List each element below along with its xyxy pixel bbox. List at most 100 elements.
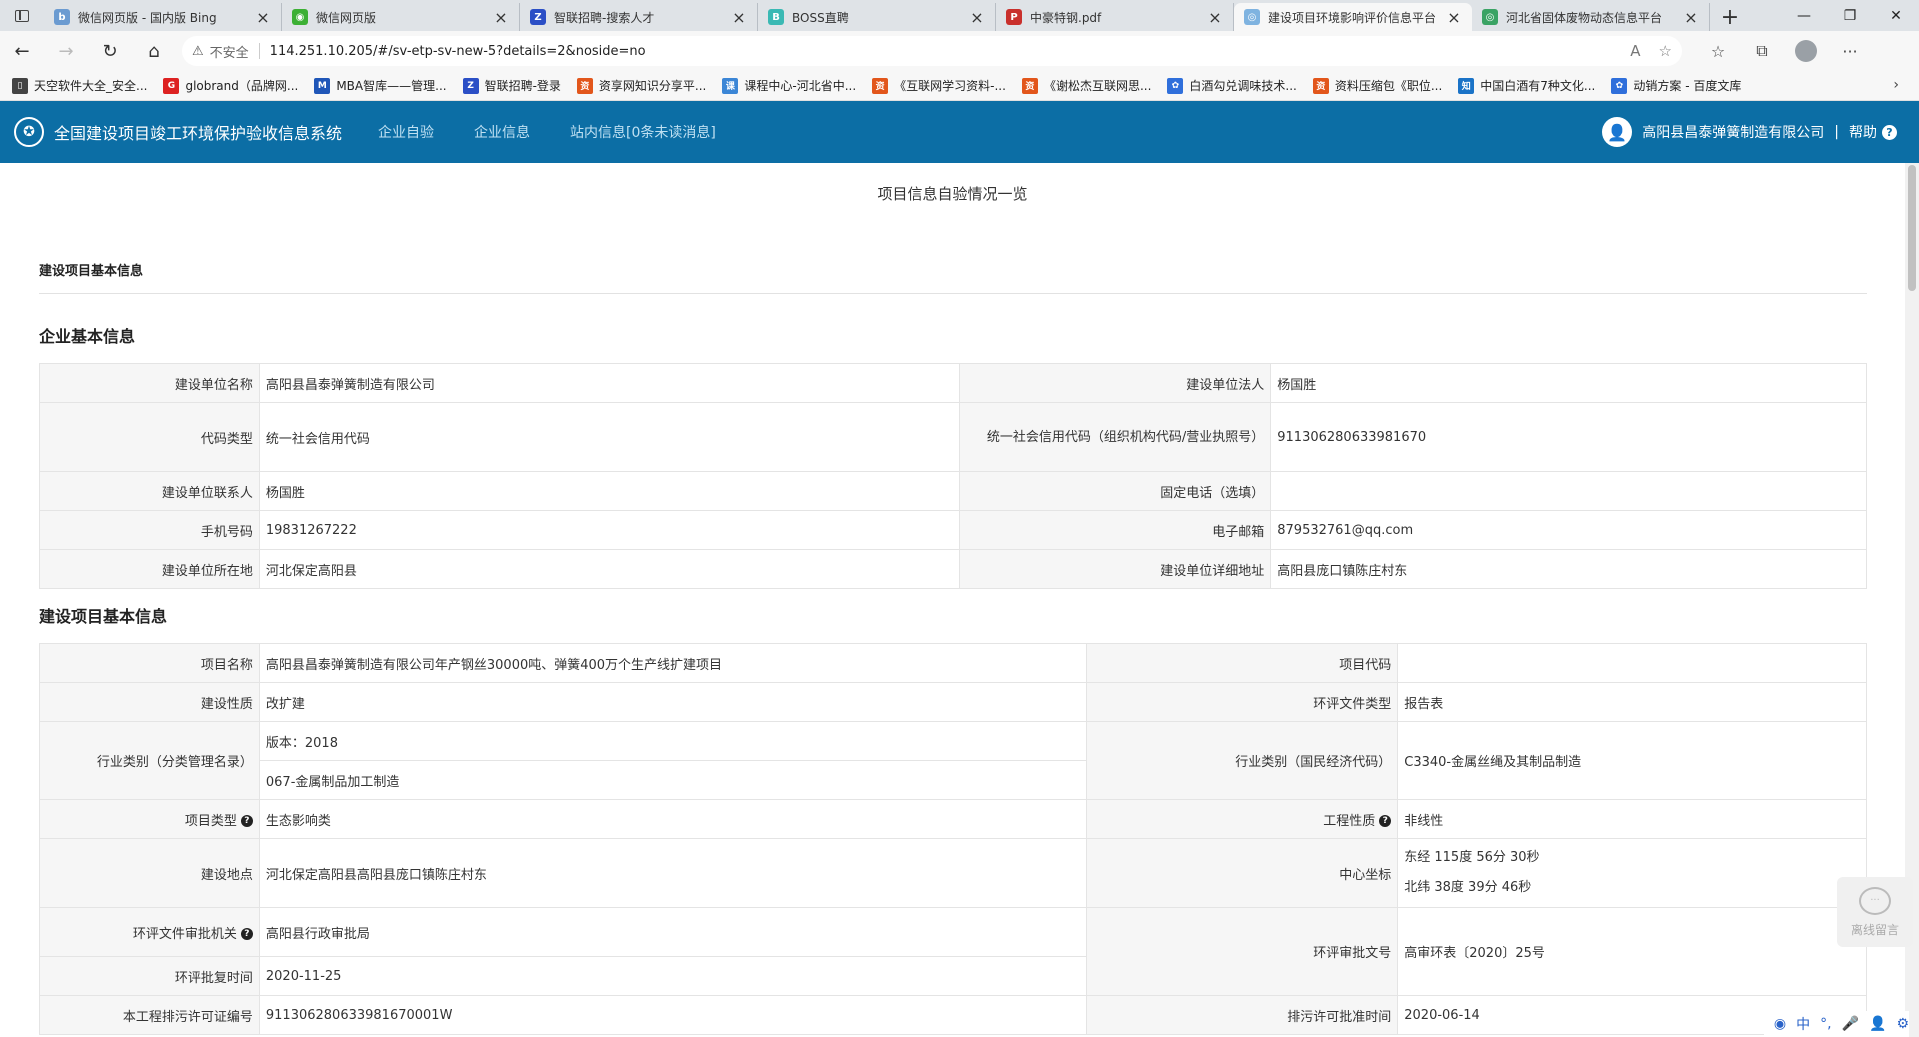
bookmark-item[interactable]: 知中国白酒有7种文化...	[1458, 77, 1595, 94]
bookmark-item[interactable]: 资《谢松杰互联网思...	[1021, 77, 1151, 94]
browser-toolbar: ← → ↻ ⌂ ⚠ 不安全 114.251.10.205/#/sv-etp-sv…	[0, 31, 1919, 71]
bookmark-item[interactable]: 资《互联网学习资料-...	[872, 77, 1006, 94]
bookmark-label: 动销方案 - 百度文库	[1633, 79, 1742, 93]
bookmark-item[interactable]: 资资享网知识分享平...	[576, 77, 707, 94]
bookmark-label: 中国白酒有7种文化...	[1480, 79, 1596, 93]
page-title: 项目信息自验情况一览	[877, 185, 1028, 203]
new-tab-button[interactable]: +	[1710, 3, 1750, 31]
tab-close-icon[interactable]: ×	[731, 8, 747, 27]
email-value: 879532761@qq.com	[1270, 510, 1867, 550]
eia-type-value: 报告表	[1397, 682, 1867, 722]
microphone-icon[interactable]: 🎤	[1842, 1016, 1859, 1032]
nav-messages[interactable]: 站内信息[0条未读消息]	[570, 122, 716, 142]
chat-bubble-icon: ···	[1859, 886, 1891, 915]
security-label[interactable]: 不安全	[210, 42, 249, 61]
bookmark-favicon-icon: G	[163, 77, 180, 94]
minimize-button[interactable]: —	[1781, 0, 1827, 31]
address-bar[interactable]: ⚠ 不安全 114.251.10.205/#/sv-etp-sv-new-5?d…	[182, 36, 1682, 66]
more-menu-icon[interactable]: ···	[1828, 31, 1872, 71]
project-code-label: 项目代码	[1086, 643, 1399, 683]
code-type-label: 代码类型	[39, 402, 260, 472]
home-button[interactable]: ⌂	[132, 31, 176, 71]
browser-tab[interactable]: ◎ 河北省固体废物动态信息平台 ×	[1472, 3, 1710, 31]
url-text[interactable]: 114.251.10.205/#/sv-etp-sv-new-5?details…	[270, 44, 1613, 59]
help-icon[interactable]: ?	[1379, 815, 1392, 827]
browser-tab[interactable]: ◎ 建设项目环境影响评价信息平台 ×	[1234, 3, 1472, 31]
read-aloud-icon[interactable]: A	[1630, 42, 1640, 60]
ime-logo-icon[interactable]: ◉	[1774, 1016, 1786, 1032]
main-content: 项目信息自验情况一览 建设项目基本信息 企业基本信息 建设单位名称 高阳县昌泰弹…	[0, 163, 1905, 1037]
tab-close-icon[interactable]: ×	[1207, 8, 1223, 27]
nav-company-info[interactable]: 企业信息	[474, 122, 530, 142]
bookmark-item[interactable]: M MBA智库——管理...	[314, 77, 447, 94]
contact-label: 建设单位联系人	[39, 471, 260, 511]
forward-button[interactable]: →	[44, 31, 88, 71]
industry-version-value: 版本：2018	[258, 721, 1088, 761]
warning-icon[interactable]: ⚠	[192, 44, 204, 59]
scrollbar-thumb[interactable]	[1908, 165, 1916, 291]
bookmark-favicon-icon: 资	[872, 77, 889, 94]
bookmark-favicon-icon: 资	[1312, 77, 1329, 94]
restore-button[interactable]: ❐	[1827, 0, 1873, 31]
phone-label: 固定电话（选填）	[959, 471, 1272, 511]
favorite-star-icon[interactable]: ☆	[1659, 42, 1672, 60]
profile-avatar[interactable]	[1784, 31, 1828, 71]
tab-favicon-icon: Z	[530, 9, 546, 25]
collections-icon[interactable]: ⧉	[1740, 31, 1784, 71]
chevron-right-icon[interactable]: ›	[1893, 77, 1899, 93]
tab-actions-icon[interactable]	[0, 0, 44, 31]
ime-punct-icon[interactable]: °,	[1820, 1016, 1831, 1032]
tab-close-icon[interactable]: ×	[1446, 8, 1462, 27]
browser-tab[interactable]: b 微信网页版 - 国内版 Bing ×	[44, 3, 282, 31]
table-row: 本工程排污许可证编号 911306280633981670001W 排污许可批准…	[39, 995, 1867, 1035]
bookmark-item[interactable]: Gglobrand（品牌网...	[163, 77, 298, 94]
legal-value: 杨国胜	[1270, 363, 1867, 403]
bookmarks-bar: ▯ 天空软件大全_安全... Gglobrand（品牌网... M MBA智库——管理.…	[0, 71, 1919, 101]
bookmark-label: 资享网知识分享平...	[598, 79, 707, 93]
bookmark-favicon-icon: ▯	[12, 77, 28, 94]
browser-tab[interactable]: Z 智联招聘-搜索人才 ×	[520, 3, 758, 31]
permit-no-label: 本工程排污许可证编号	[39, 995, 260, 1035]
tab-close-icon[interactable]: ×	[493, 8, 509, 27]
help-icon[interactable]: ?	[1882, 124, 1897, 140]
industry-cat-label: 行业类别（分类管理名录）	[39, 721, 260, 800]
approver-cell: 环评文件审批机关?	[39, 907, 260, 957]
help-icon[interactable]: ?	[240, 815, 253, 827]
user-name[interactable]: 高阳县昌泰弹簧制造有限公司	[1642, 122, 1824, 142]
browser-tab[interactable]: B BOSS直聘 ×	[758, 3, 996, 31]
browser-tab[interactable]: ◉ 微信网页版 ×	[282, 3, 520, 31]
back-button[interactable]: ←	[0, 31, 44, 71]
reload-button[interactable]: ↻	[88, 31, 132, 71]
tab-title: 微信网页版 - 国内版 Bing	[78, 10, 217, 25]
mobile-value: 19831267222	[258, 510, 961, 550]
separator: |	[1834, 124, 1839, 140]
nav-self-check[interactable]: 企业自验	[378, 122, 434, 142]
offline-message-widget[interactable]: ··· 离线留言	[1837, 877, 1913, 947]
close-window-button[interactable]: ✕	[1873, 0, 1919, 31]
tab-close-icon[interactable]: ×	[969, 8, 985, 27]
help-icon[interactable]: ?	[240, 928, 253, 940]
tab-favicon-icon: ◉	[292, 9, 308, 25]
approver-value: 高阳县行政审批局	[258, 907, 1088, 957]
bookmark-item[interactable]: 资资料压缩包《职位...	[1312, 77, 1442, 94]
bookmark-item[interactable]: ✿ 白酒勾兑调味技术...	[1167, 77, 1297, 94]
ime-mode-label[interactable]: 中	[1796, 1014, 1810, 1034]
browser-tab[interactable]: P 中豪特钢.pdf ×	[996, 3, 1234, 31]
project-name-value: 高阳县昌泰弹簧制造有限公司年产钢丝30000吨、弹簧400万个生产线扩建项目	[258, 643, 1088, 683]
tab-close-icon[interactable]: ×	[1683, 8, 1699, 27]
proj-type-label: 项目类型	[184, 813, 237, 829]
tab-title: 智联招聘-搜索人才	[554, 10, 655, 25]
user-icon[interactable]: 👤	[1869, 1016, 1886, 1032]
bookmark-item[interactable]: ▯ 天空软件大全_安全...	[12, 77, 147, 94]
user-icon[interactable]: 👤	[1602, 117, 1633, 147]
settings-icon[interactable]: ⚙	[1896, 1016, 1909, 1032]
bookmark-item[interactable]: Z 智联招聘-登录	[462, 77, 561, 94]
site-label: 建设地点	[39, 838, 260, 908]
tab-close-icon[interactable]: ×	[255, 8, 271, 27]
favorites-icon[interactable]: ☆	[1696, 31, 1740, 71]
bookmark-item[interactable]: ✿ 动销方案 - 百度文库	[1611, 77, 1741, 94]
address-label: 建设单位详细地址	[959, 549, 1272, 589]
help-link[interactable]: 帮助	[1849, 122, 1877, 142]
nature-value: 改扩建	[258, 682, 1088, 722]
bookmark-item[interactable]: 课课程中心-河北省中...	[722, 77, 856, 94]
